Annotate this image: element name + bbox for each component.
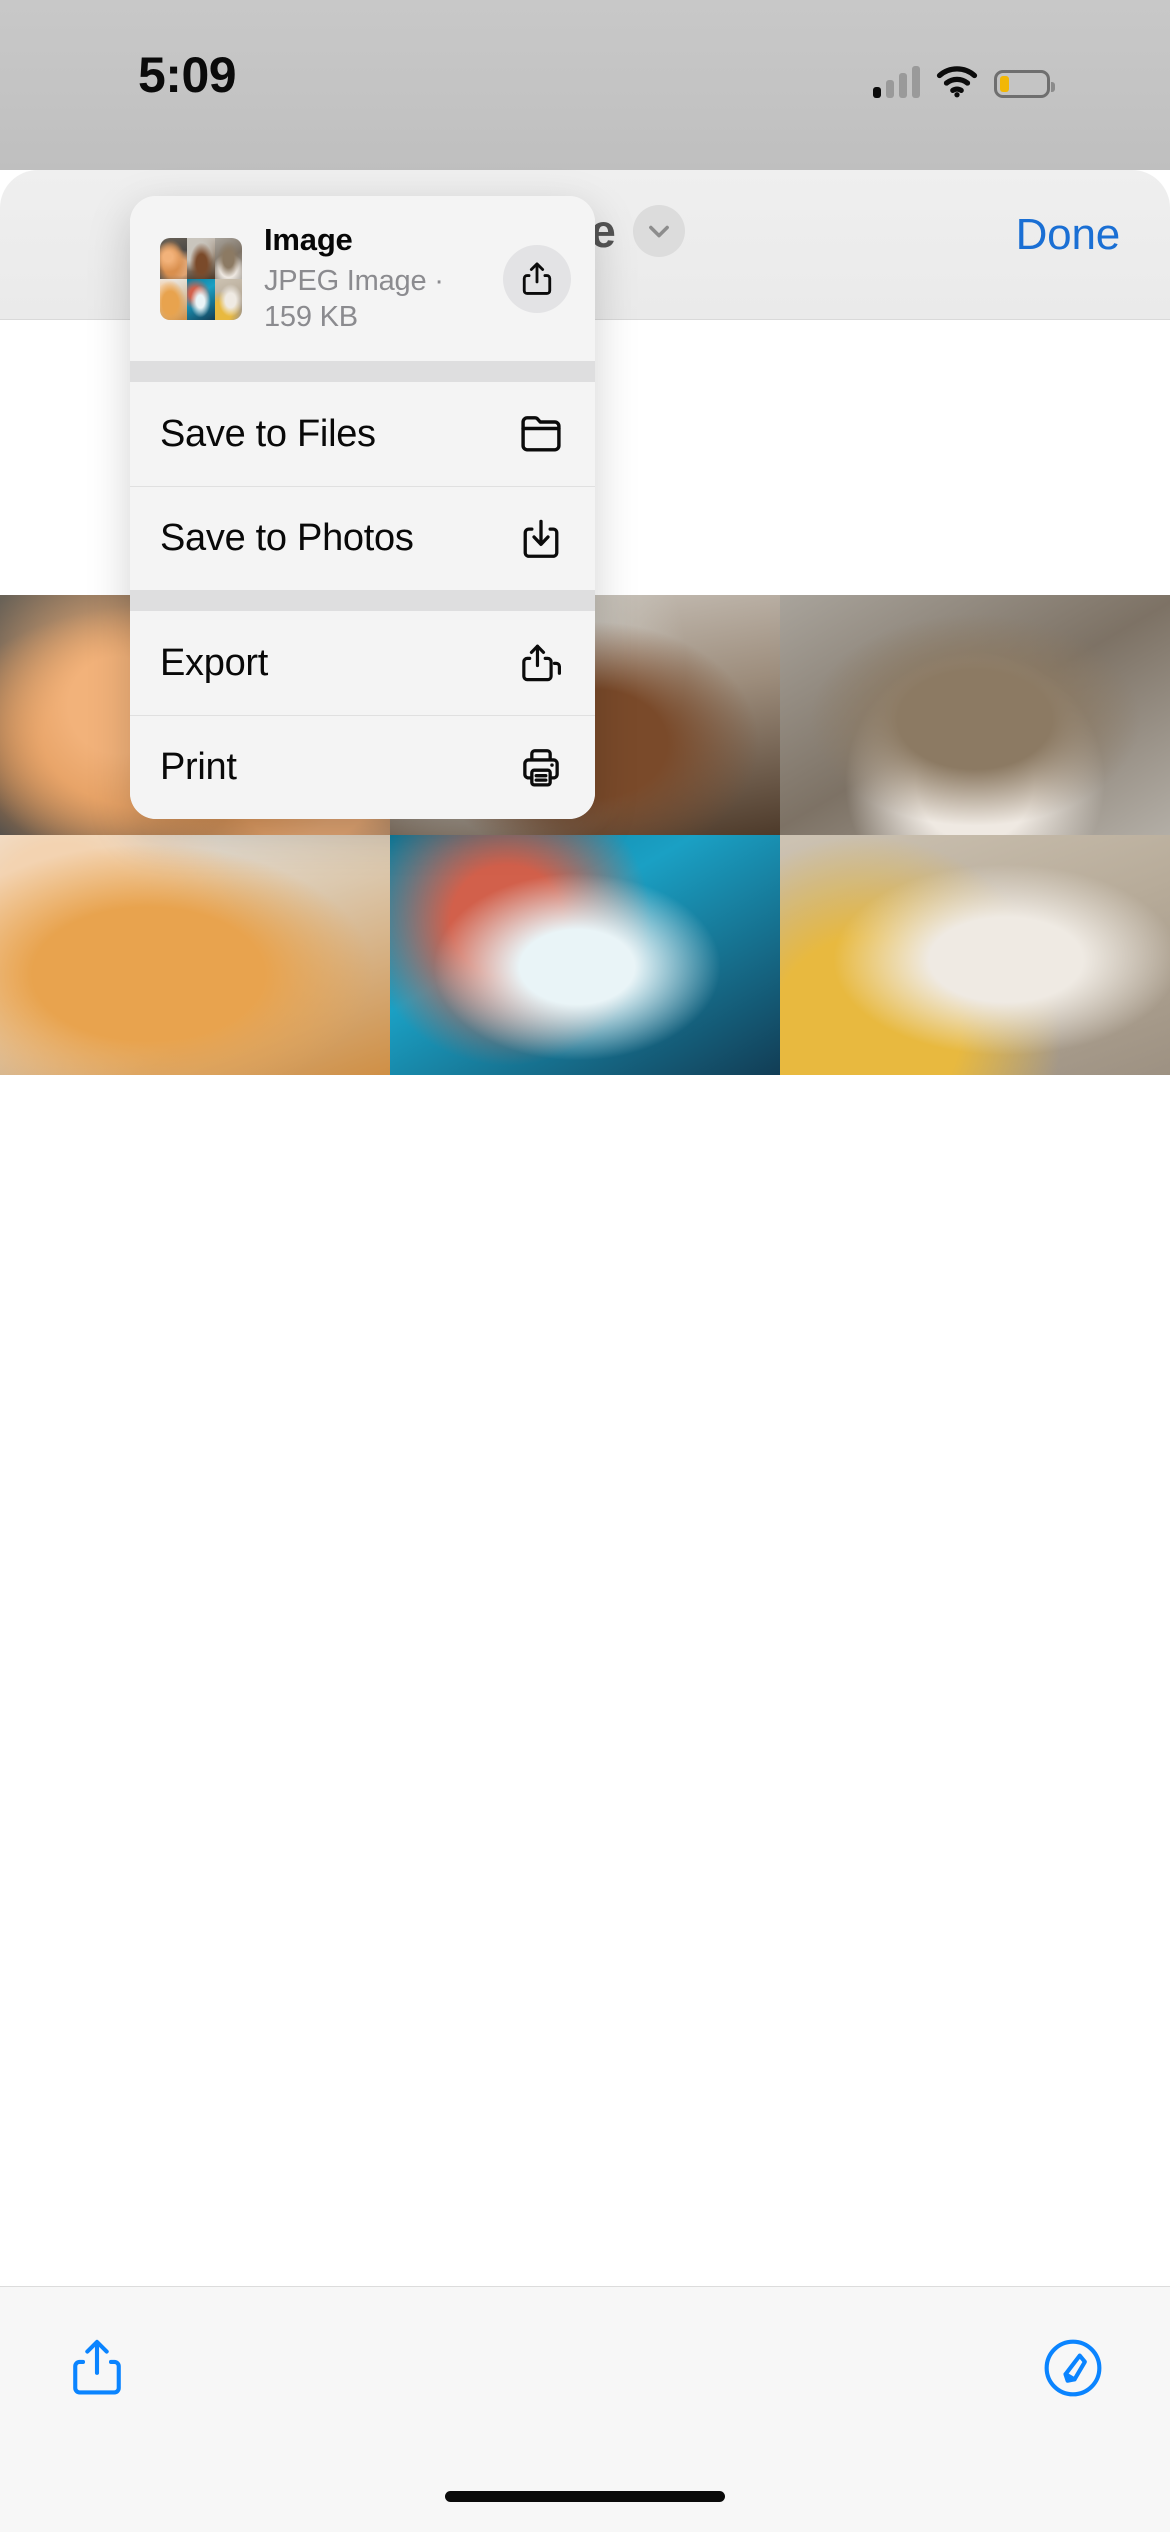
file-preview-header: Image JPEG Image · 159 KB [130, 196, 595, 362]
bottom-toolbar [0, 2286, 1170, 2532]
menu-item-label: Print [160, 746, 237, 789]
context-menu-popup: Image JPEG Image · 159 KB Save to Files [130, 196, 595, 820]
menu-item-export[interactable]: Export [130, 611, 595, 716]
menu-item-print[interactable]: Print [130, 715, 595, 820]
done-button[interactable]: Done [1016, 210, 1121, 260]
photo-item[interactable] [390, 835, 780, 1075]
download-icon [515, 513, 567, 565]
export-icon [515, 637, 567, 689]
wifi-icon [936, 66, 978, 98]
menu-item-label: Save to Files [160, 412, 376, 455]
photo-item[interactable] [780, 835, 1170, 1075]
file-subtitle: JPEG Image · 159 KB [264, 264, 444, 333]
home-indicator [445, 2491, 725, 2502]
screen: Image Done [0, 0, 1170, 2532]
markup-pen-icon[interactable] [1028, 2323, 1118, 2413]
share-icon[interactable] [503, 244, 571, 313]
battery-icon [994, 70, 1055, 98]
cellular-signal-icon [873, 66, 920, 98]
photo-item[interactable] [0, 835, 390, 1075]
status-bar: 5:09 [0, 0, 1170, 170]
menu-item-label: Export [160, 641, 269, 684]
photo-item[interactable] [780, 595, 1170, 835]
share-icon[interactable] [52, 2323, 142, 2413]
file-name: Image [264, 222, 353, 257]
status-time: 5:09 [138, 47, 237, 103]
menu-item-label: Save to Photos [160, 517, 414, 560]
printer-icon [515, 742, 567, 794]
chevron-down-icon[interactable] [633, 205, 686, 257]
menu-group-separator [130, 590, 595, 612]
menu-item-save-to-photos[interactable]: Save to Photos [130, 486, 595, 591]
image-thumbnail [160, 237, 242, 320]
menu-group-separator [130, 361, 595, 383]
status-icons [873, 52, 1055, 98]
menu-item-save-to-files[interactable]: Save to Files [130, 382, 595, 487]
file-meta: Image JPEG Image · 159 KB [264, 222, 481, 335]
folder-icon [515, 408, 567, 460]
